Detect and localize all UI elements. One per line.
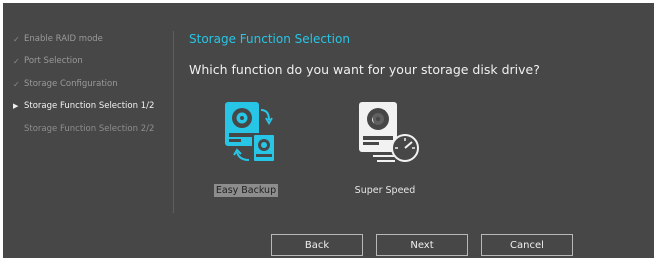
page-title: Storage Function Selection [189, 32, 350, 46]
cancel-button[interactable]: Cancel [481, 234, 573, 256]
current-step-arrow-icon: ▶ [13, 102, 19, 110]
backup-drives-icon [225, 102, 276, 163]
step-storage-function-selection-2: Storage Function Selection 2/2 [13, 124, 154, 134]
back-button[interactable]: Back [271, 234, 363, 256]
checkmark-icon: ✓ [13, 56, 20, 66]
option-label-super-speed: Super Speed [354, 185, 416, 196]
step-enable-raid-mode: ✓ Enable RAID mode [13, 34, 103, 44]
wizard-steps-sidebar: ✓ Enable RAID mode ✓ Port Selection ✓ St… [3, 3, 173, 233]
option-easy-backup[interactable]: Easy Backup [201, 98, 291, 198]
checkmark-icon: ✓ [13, 34, 20, 44]
question-text: Which function do you want for your stor… [189, 62, 540, 77]
sidebar-divider [173, 31, 174, 213]
step-storage-function-selection-1: ▶ Storage Function Selection 1/2 [13, 101, 154, 111]
step-label: Storage Function Selection 1/2 [24, 101, 155, 111]
step-storage-configuration: ✓ Storage Configuration [13, 79, 118, 89]
next-button[interactable]: Next [376, 234, 468, 256]
option-super-speed[interactable]: Super Speed [340, 98, 430, 198]
step-label: Storage Function Selection 2/2 [24, 124, 155, 134]
wizard-panel: ✓ Enable RAID mode ✓ Port Selection ✓ St… [3, 3, 654, 258]
wizard-button-bar: Back Next Cancel [3, 234, 654, 258]
step-label: Port Selection [24, 56, 83, 66]
step-port-selection: ✓ Port Selection [13, 56, 83, 66]
option-label-easy-backup: Easy Backup [213, 184, 279, 197]
screen-frame: ✓ Enable RAID mode ✓ Port Selection ✓ St… [0, 0, 660, 261]
step-label: Storage Configuration [24, 79, 118, 89]
checkmark-icon: ✓ [13, 79, 20, 89]
step-label: Enable RAID mode [24, 34, 103, 44]
speed-drive-icon [359, 102, 419, 162]
